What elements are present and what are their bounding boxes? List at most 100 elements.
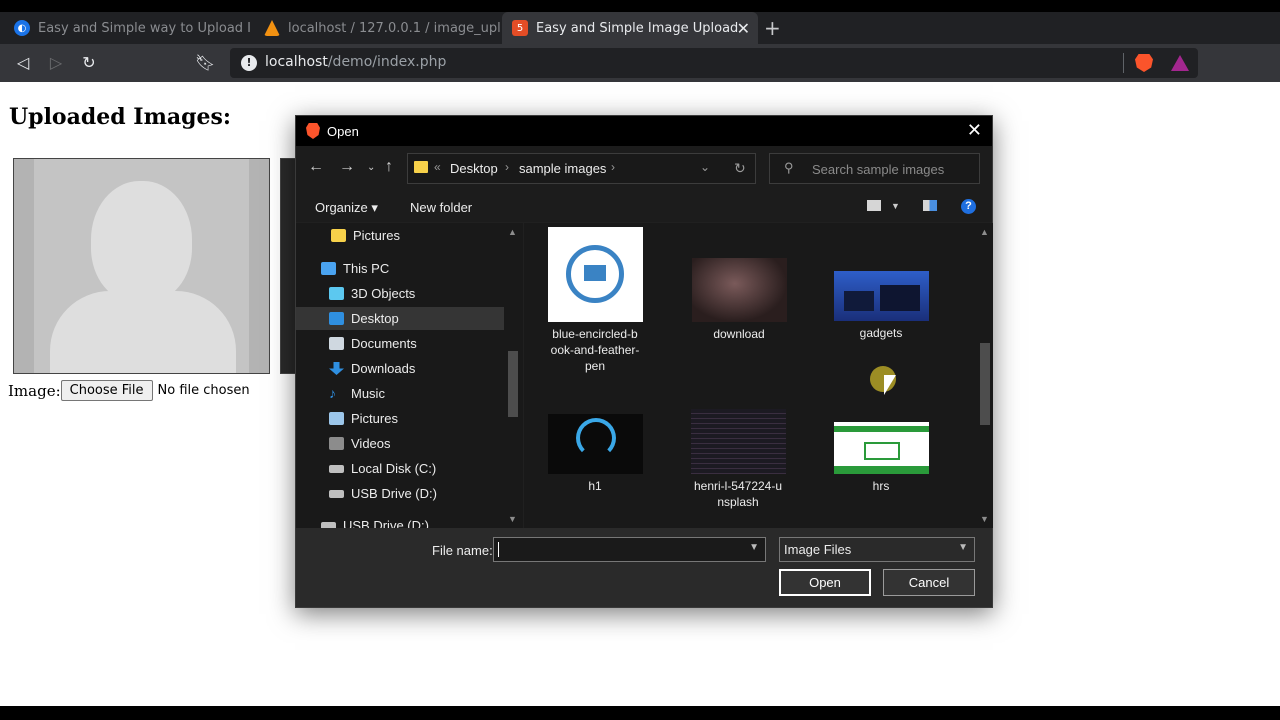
open-button[interactable]: Open <box>779 569 871 596</box>
file-name: blue-encircled-b <box>552 327 638 341</box>
browser-tab-bar: ◐ Easy and Simple way to Upload Image lo… <box>0 12 1280 44</box>
organize-menu-button[interactable]: Organize ▾ <box>315 200 378 216</box>
back-icon[interactable]: ◁ <box>12 52 34 74</box>
avatar-body-shape <box>50 291 236 373</box>
choose-file-button[interactable]: Choose File <box>60 380 153 401</box>
new-tab-button[interactable]: + <box>764 16 781 40</box>
phpmyadmin-favicon-icon <box>264 20 280 36</box>
sidebar-item-pictures-library[interactable]: Pictures <box>296 407 504 430</box>
breadcrumb-desktop[interactable]: Desktop <box>450 161 498 176</box>
site-info-icon[interactable]: ! <box>241 55 257 71</box>
scroll-up-icon[interactable]: ▲ <box>980 227 989 237</box>
file-item[interactable]: download <box>684 258 794 342</box>
tab-upload-tutorial[interactable]: ◐ Easy and Simple way to Upload Image <box>4 12 252 44</box>
html5-favicon-icon: 5 <box>512 20 528 36</box>
file-name: henri-l-547224-u <box>693 479 783 493</box>
address-bar-divider <box>1123 53 1124 73</box>
dialog-command-bar: Organize ▾ New folder ▼ ? <box>296 192 992 222</box>
sidebar-item-documents[interactable]: Documents <box>296 332 504 355</box>
scrollbar-thumb[interactable] <box>980 343 990 425</box>
scrollbar-thumb[interactable] <box>508 351 518 417</box>
screen-bottom-edge <box>0 706 1280 720</box>
file-type-select[interactable]: Image Files ▼ <box>779 537 975 562</box>
recent-locations-chevron-icon[interactable]: ⌄ <box>367 162 375 173</box>
browser-toolbar: ◁ ▷ ↻ 🔖︎ ! localhost/demo/index.php <box>0 44 1280 82</box>
sidebar-item-usb-drive-d[interactable]: USB Drive (D:) <box>296 482 504 505</box>
dialog-footer: File name: ▼ Image Files ▼ Open Cancel <box>296 528 992 607</box>
tab-image-upload[interactable]: 5 Easy and Simple Image Upload ✕ <box>502 12 758 44</box>
chevron-down-icon[interactable]: ▼ <box>958 542 968 553</box>
file-name-label: File name: <box>432 543 493 558</box>
image-label: Image: <box>8 381 61 400</box>
file-name: gadgets <box>859 326 903 340</box>
reload-icon[interactable]: ↻ <box>78 52 100 74</box>
file-name: download <box>713 327 765 341</box>
download-arrow-icon <box>329 362 344 375</box>
brave-rewards-icon[interactable] <box>1171 55 1189 71</box>
cancel-button[interactable]: Cancel <box>883 569 975 596</box>
sidebar-item-local-disk-c[interactable]: Local Disk (C:) <box>296 457 504 480</box>
help-icon[interactable]: ? <box>961 199 976 214</box>
music-note-icon: ♪ <box>329 385 336 401</box>
navigation-scrollbar[interactable]: ▲ ▼ <box>504 223 523 528</box>
file-name-input[interactable]: ▼ <box>493 537 766 562</box>
change-view-icon[interactable] <box>867 200 881 211</box>
gadgets-thumbnail <box>833 271 929 321</box>
scroll-down-icon[interactable]: ▼ <box>508 514 517 524</box>
forward-arrow-icon[interactable]: → <box>339 158 355 176</box>
sidebar-item-this-pc[interactable]: This PC <box>296 257 504 280</box>
search-box[interactable]: ⚲ Search sample images <box>769 153 980 184</box>
breadcrumb-separator-icon[interactable]: › <box>505 160 509 174</box>
sidebar-item-videos[interactable]: Videos <box>296 432 504 455</box>
breadcrumb-separator-icon[interactable]: › <box>611 160 615 174</box>
headphones-thumbnail <box>547 414 643 474</box>
breadcrumb-sample-images[interactable]: sample images <box>519 161 606 176</box>
book-logo-thumbnail <box>547 227 643 322</box>
uploaded-image-placeholder <box>13 158 270 374</box>
close-icon[interactable]: ✕ <box>967 120 982 141</box>
file-input-row: Image: Choose File No file chosen <box>8 380 250 401</box>
close-tab-icon[interactable]: ✕ <box>737 19 750 38</box>
folder-icon <box>331 229 346 242</box>
new-folder-button[interactable]: New folder <box>410 200 472 215</box>
file-item[interactable]: henri-l-547224-u nsplash <box>683 409 793 510</box>
refresh-icon[interactable]: ↻ <box>734 160 746 177</box>
dialog-navigation-row: ← → ⌄ ↑ « Desktop › sample images › ⌄ ↻ … <box>296 146 992 192</box>
back-arrow-icon[interactable]: ← <box>308 158 324 176</box>
avatar-head-shape <box>91 181 192 303</box>
site-favicon-icon: ◐ <box>14 20 30 36</box>
brave-icon <box>306 123 320 139</box>
preview-pane-icon[interactable] <box>923 200 937 211</box>
file-name: nsplash <box>717 495 759 509</box>
open-file-dialog: Open ✕ ← → ⌄ ↑ « Desktop › sample images… <box>295 115 993 608</box>
file-name: hrs <box>872 479 890 493</box>
breadcrumb-overflow-icon[interactable]: « <box>434 160 441 174</box>
file-list-scrollbar[interactable]: ▲ ▼ <box>977 223 993 528</box>
sidebar-item-music[interactable]: ♪ Music <box>296 382 504 405</box>
address-dropdown-icon[interactable]: ⌄ <box>700 160 710 174</box>
path-breadcrumb[interactable]: « Desktop › sample images › ⌄ ↻ <box>407 153 756 184</box>
file-item[interactable]: hrs <box>826 422 936 494</box>
address-bar[interactable]: ! localhost/demo/index.php <box>230 48 1198 78</box>
file-item[interactable]: gadgets <box>826 271 936 341</box>
brave-shields-icon[interactable] <box>1135 54 1153 72</box>
sidebar-item-desktop[interactable]: Desktop <box>296 307 504 330</box>
file-item[interactable]: h1 <box>540 414 650 494</box>
sidebar-item-usb-drive-d-root[interactable]: USB Drive (D:) <box>296 514 504 528</box>
up-arrow-icon[interactable]: ↑ <box>385 158 393 176</box>
sidebar-item-pictures[interactable]: Pictures <box>296 224 504 247</box>
bookmark-icon[interactable]: 🔖︎ <box>194 52 216 74</box>
chevron-down-icon[interactable]: ▼ <box>749 542 759 553</box>
sidebar-item-3d-objects[interactable]: 3D Objects <box>296 282 504 305</box>
file-name: ook-and-feather- <box>550 343 640 357</box>
scroll-down-icon[interactable]: ▼ <box>980 514 989 524</box>
sidebar-item-downloads[interactable]: Downloads <box>296 357 504 380</box>
cube-icon <box>329 287 344 300</box>
tab-phpmyadmin[interactable]: localhost / 127.0.0.1 / image_upload / <box>254 12 500 44</box>
scroll-up-icon[interactable]: ▲ <box>508 227 517 237</box>
forward-icon[interactable]: ▷ <box>45 52 67 74</box>
view-options-chevron-icon[interactable]: ▼ <box>891 201 901 212</box>
folder-icon <box>414 161 428 173</box>
tab-title: Easy and Simple Image Upload <box>536 20 739 36</box>
file-item[interactable]: blue-encircled-b ook-and-feather- pen <box>540 227 650 374</box>
